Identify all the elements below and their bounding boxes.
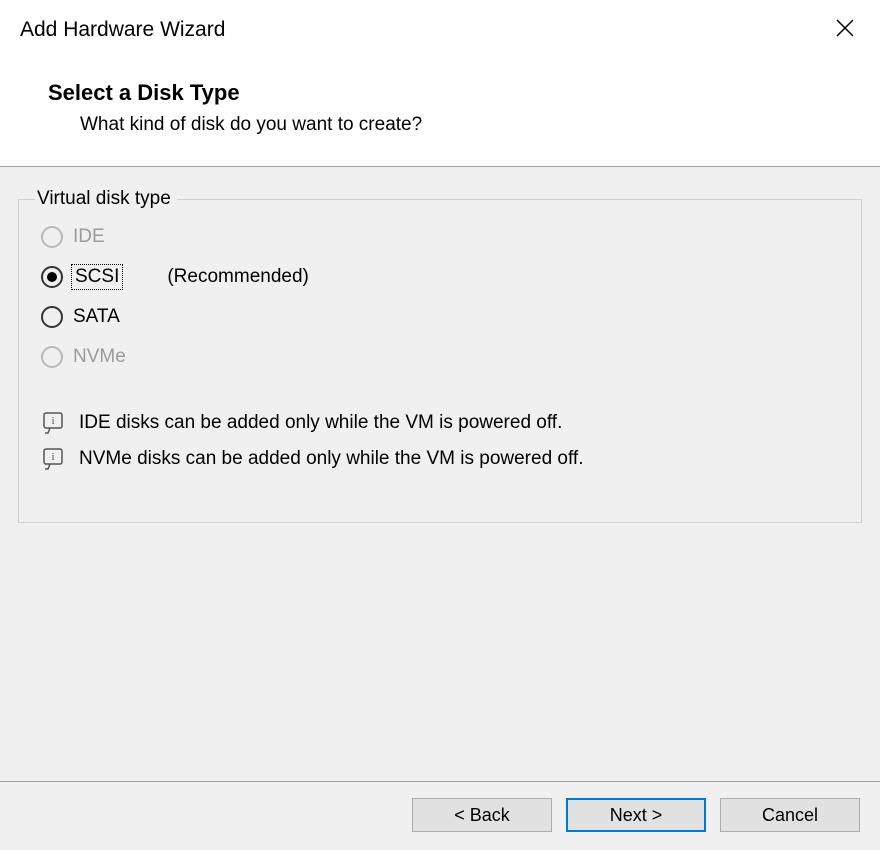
radio-scsi-label: SCSI: [73, 266, 121, 288]
radio-icon: [41, 306, 63, 328]
next-button[interactable]: Next >: [566, 798, 706, 832]
info-ide-text: IDE disks can be added only while the VM…: [79, 412, 562, 434]
titlebar: Add Hardware Wizard: [0, 0, 880, 42]
radio-sata-label: SATA: [73, 306, 120, 328]
radio-ide-label: IDE: [73, 226, 105, 248]
page-heading: Select a Disk Type: [48, 80, 860, 106]
info-icon: i: [41, 448, 65, 470]
radio-sata[interactable]: SATA: [41, 306, 843, 328]
radio-icon: [41, 346, 63, 368]
radio-icon: [41, 266, 63, 288]
radio-nvme-label: NVMe: [73, 346, 126, 368]
back-button[interactable]: < Back: [412, 798, 552, 832]
info-ide: i IDE disks can be added only while the …: [41, 412, 843, 434]
page-subheading: What kind of disk do you want to create?: [48, 114, 860, 136]
radio-scsi[interactable]: SCSI (Recommended): [41, 266, 843, 288]
recommended-label: (Recommended): [167, 266, 309, 288]
wizard-header: Select a Disk Type What kind of disk do …: [0, 42, 880, 166]
cancel-button[interactable]: Cancel: [720, 798, 860, 832]
window-title: Add Hardware Wizard: [20, 18, 225, 42]
info-icon: i: [41, 412, 65, 434]
wizard-content: Virtual disk type IDE SCSI (Recommended)…: [0, 167, 880, 781]
radio-icon: [41, 226, 63, 248]
info-nvme: i NVMe disks can be added only while the…: [41, 448, 843, 470]
close-icon[interactable]: [830, 18, 860, 42]
svg-text:i: i: [51, 415, 54, 427]
disk-type-group: Virtual disk type IDE SCSI (Recommended)…: [18, 199, 862, 523]
radio-nvme: NVMe: [41, 346, 843, 368]
group-legend: Virtual disk type: [35, 188, 177, 210]
svg-text:i: i: [51, 451, 54, 463]
radio-ide: IDE: [41, 226, 843, 248]
info-nvme-text: NVMe disks can be added only while the V…: [79, 448, 583, 470]
wizard-footer: < Back Next > Cancel: [0, 781, 880, 850]
info-messages: i IDE disks can be added only while the …: [37, 386, 843, 470]
radio-group: IDE SCSI (Recommended) SATA NVMe: [37, 222, 843, 368]
wizard-window: Add Hardware Wizard Select a Disk Type W…: [0, 0, 880, 850]
